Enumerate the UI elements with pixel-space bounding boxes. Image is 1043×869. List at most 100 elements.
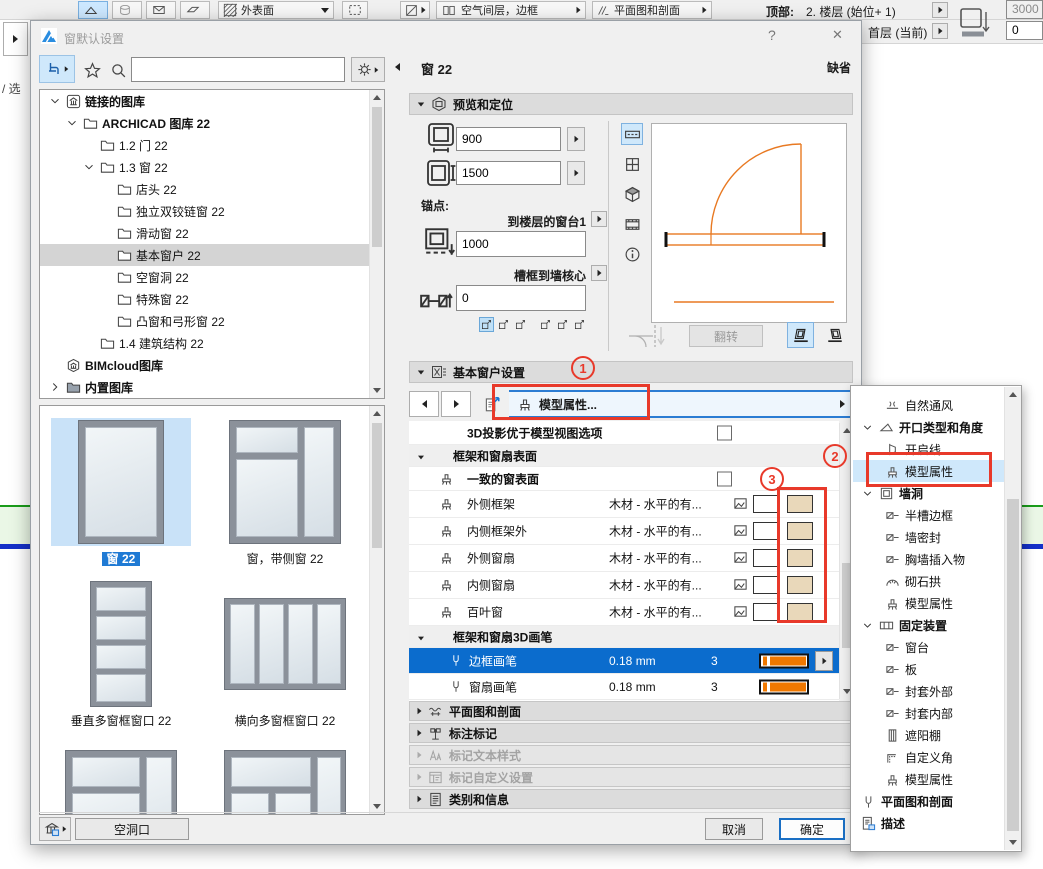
texture-preview-button[interactable] xyxy=(733,576,748,594)
popup-item[interactable]: 模型属性 xyxy=(853,592,1005,614)
thumbnail[interactable]: 窗 22 xyxy=(51,418,191,567)
settings-group-row[interactable]: 框架和窗扇3D画笔 xyxy=(409,626,839,648)
fill-combo[interactable] xyxy=(400,1,430,19)
texture-preview-button[interactable] xyxy=(733,549,748,567)
open-right-toggle[interactable] xyxy=(821,322,848,348)
air-layer-combo[interactable]: 空气间层，边框 xyxy=(436,1,586,19)
anchor-preset-3[interactable] xyxy=(513,317,528,332)
sill-anchor-flyout[interactable] xyxy=(591,211,607,227)
anchor-preset-1[interactable] xyxy=(479,317,494,332)
search-button[interactable] xyxy=(107,59,129,81)
anchor-preset-5[interactable] xyxy=(555,317,570,332)
width-field[interactable] xyxy=(456,127,561,151)
popup-item[interactable]: 自定义角 xyxy=(853,746,1005,768)
tree-item[interactable]: 基本窗户 22 xyxy=(40,244,384,266)
anchor-preset-6[interactable] xyxy=(572,317,587,332)
tool-button-1[interactable] xyxy=(78,1,108,19)
surface-row[interactable]: 百叶窗木材 - 水平的有... xyxy=(409,599,839,626)
tree-item[interactable]: 特殊窗 22 xyxy=(40,288,384,310)
cancel-button[interactable]: 取消 xyxy=(705,818,763,840)
favorites-button[interactable] xyxy=(81,59,103,81)
tab-prev-button[interactable] xyxy=(409,391,439,417)
surface-swatch-blank[interactable] xyxy=(753,549,779,567)
surface-combo[interactable]: 外表面 xyxy=(218,1,334,19)
settings-row[interactable]: 3D投影优于模型视图选项 xyxy=(409,421,839,445)
sill-offset-field[interactable]: 0 xyxy=(1006,21,1043,40)
tree-item[interactable]: 凸窗和弓形窗 22 xyxy=(40,310,384,332)
section-preview-positioning[interactable]: 预览和定位 xyxy=(409,93,853,115)
checkbox[interactable] xyxy=(717,425,732,440)
section-doc[interactable]: 类别和信息 xyxy=(409,789,853,809)
tree-item[interactable]: 1.3 窗 22 xyxy=(40,156,384,178)
view-mode-plan[interactable] xyxy=(621,123,643,145)
surface-swatch-blank[interactable] xyxy=(753,522,779,540)
section-marker[interactable]: 标注标记 xyxy=(409,723,853,743)
popup-scrollbar[interactable] xyxy=(1004,387,1021,850)
view-mode-elevation[interactable] xyxy=(621,213,643,235)
pen-row[interactable]: 边框画笔0.18 mm3 xyxy=(409,648,839,674)
flip-button[interactable]: 翻转 xyxy=(689,325,763,347)
surface-row[interactable]: 外侧窗扇木材 - 水平的有... xyxy=(409,545,839,572)
settings-group-row[interactable]: 框架和窗扇表面 xyxy=(409,445,839,467)
texture-preview-button[interactable] xyxy=(733,495,748,513)
popup-item[interactable]: 封套外部 xyxy=(853,680,1005,702)
library-flyout-button[interactable] xyxy=(39,817,71,841)
view-mode-3d[interactable] xyxy=(621,183,643,205)
height-field[interactable] xyxy=(456,161,561,185)
settings-gear-button[interactable] xyxy=(351,57,385,82)
popup-item[interactable]: 封套内部 xyxy=(853,702,1005,724)
anchor-preset-2[interactable] xyxy=(496,317,511,332)
object-picker-button[interactable] xyxy=(39,55,75,83)
popup-item[interactable]: 墙密封 xyxy=(853,526,1005,548)
tree-item[interactable]: 店头 22 xyxy=(40,178,384,200)
popup-item[interactable]: 固定装置 xyxy=(853,614,1005,636)
surface-swatch-blank[interactable] xyxy=(753,576,779,594)
section-basic-window-settings[interactable]: 基本窗户设置 xyxy=(409,361,853,383)
search-input[interactable] xyxy=(131,57,345,82)
texture-preview-button[interactable] xyxy=(733,522,748,540)
popup-item[interactable]: 板 xyxy=(853,658,1005,680)
collapse-panel-handle[interactable] xyxy=(395,63,400,71)
thumbnail-scrollbar[interactable] xyxy=(369,406,384,814)
reveal-anchor-flyout[interactable] xyxy=(591,265,607,281)
surface-row[interactable]: 内侧窗扇木材 - 水平的有... xyxy=(409,572,839,599)
tree-item[interactable]: 空窗洞 22 xyxy=(40,266,384,288)
texture-preview-button[interactable] xyxy=(733,603,748,621)
thumbnail[interactable] xyxy=(51,748,191,815)
view-mode-front[interactable] xyxy=(621,153,643,175)
story-height-field[interactable]: 3000 xyxy=(1006,0,1043,19)
dashed-box-button[interactable] xyxy=(342,1,368,19)
height-flyout[interactable] xyxy=(567,161,585,185)
panel-nav-button[interactable] xyxy=(3,22,28,56)
top-story-flyout[interactable] xyxy=(932,2,948,18)
help-button[interactable]: ? xyxy=(768,27,776,43)
surface-swatch-blank[interactable] xyxy=(753,495,779,513)
tree-item[interactable]: 独立双铰链窗 22 xyxy=(40,200,384,222)
view-mode-info[interactable] xyxy=(621,243,643,265)
tree-item[interactable]: 链接的图库 xyxy=(40,90,384,112)
tree-item[interactable]: BIMcloud图库 xyxy=(40,354,384,376)
pen-color-swatch[interactable] xyxy=(759,653,809,668)
open-left-toggle[interactable] xyxy=(787,322,814,348)
close-button[interactable]: ✕ xyxy=(832,27,843,43)
width-flyout[interactable] xyxy=(567,127,585,151)
section-plan-section[interactable]: 平面图和剖面 xyxy=(409,701,853,721)
tool-button-3[interactable] xyxy=(146,1,176,19)
empty-opening-button[interactable]: 空洞口 xyxy=(75,818,189,840)
thumbnail[interactable]: 窗，带侧窗 22 xyxy=(215,418,355,567)
popup-item[interactable]: 开口类型和角度 xyxy=(853,416,1005,438)
thumbnail[interactable]: 垂直多窗框窗口 22 xyxy=(51,580,191,729)
tree-item[interactable]: 内置图库 xyxy=(40,376,384,398)
pen-flyout-button[interactable] xyxy=(815,651,833,671)
checkbox[interactable] xyxy=(717,471,732,486)
tree-item[interactable]: ARCHICAD 图库 22 xyxy=(40,112,384,134)
anchor-preset-4[interactable] xyxy=(538,317,553,332)
popup-item[interactable]: 胸墙插入物 xyxy=(853,548,1005,570)
surface-swatch-blank[interactable] xyxy=(753,603,779,621)
tree-scrollbar[interactable] xyxy=(369,90,384,398)
thumbnail[interactable]: 横向多窗框窗口 22 xyxy=(215,580,355,729)
tool-button-4[interactable] xyxy=(180,1,210,19)
tree-item[interactable]: 1.4 建筑结构 22 xyxy=(40,332,384,354)
popup-item[interactable]: 平面图和剖面 xyxy=(853,790,1005,812)
popup-item[interactable]: 描述 xyxy=(853,812,1005,834)
